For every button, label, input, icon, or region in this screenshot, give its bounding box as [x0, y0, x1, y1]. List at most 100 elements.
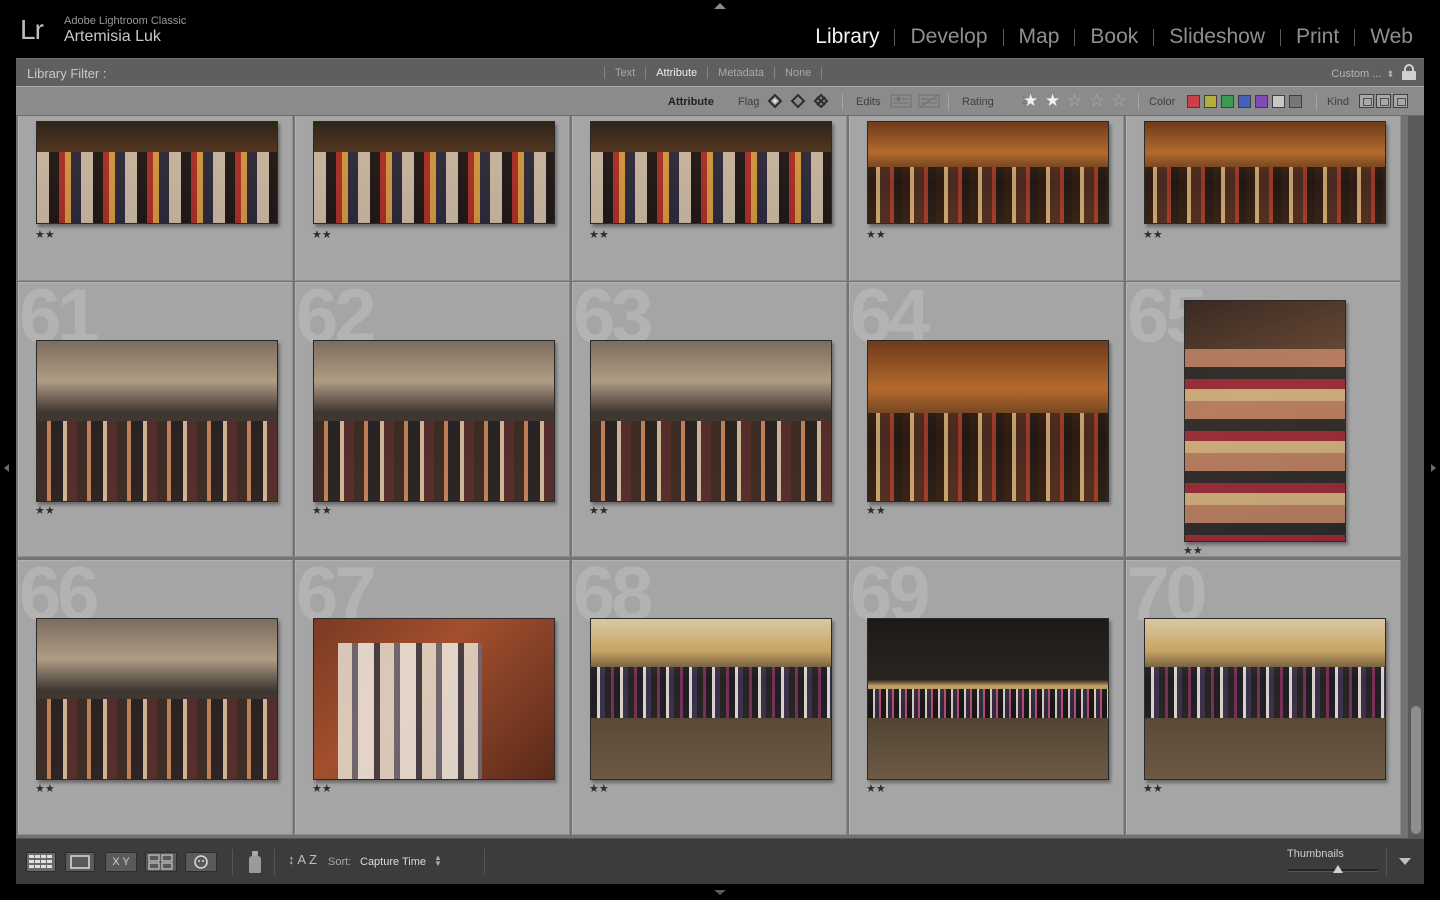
attribute-separator — [1138, 94, 1139, 110]
thumbnails-size-slider[interactable] — [1288, 865, 1378, 873]
grid-cell[interactable]: ★★ — [572, 116, 847, 281]
color-swatch-none[interactable] — [1289, 95, 1302, 108]
sort-select[interactable]: Capture Time — [360, 856, 426, 868]
photo-thumbnail[interactable] — [36, 618, 278, 780]
rating-filter-star-2[interactable]: ★ — [1045, 92, 1060, 110]
photo-thumbnail[interactable] — [313, 340, 555, 502]
photo-rating[interactable]: ★★ — [866, 783, 886, 795]
photo-rating[interactable]: ★★ — [312, 783, 332, 795]
module-map[interactable]: Map — [1004, 24, 1075, 50]
grid-cell[interactable]: 70 ★★ — [1126, 560, 1401, 835]
photo-rating[interactable]: ★★ — [1143, 229, 1163, 241]
color-swatch-red[interactable] — [1187, 95, 1200, 108]
grid-cell[interactable]: 66 ★★ — [18, 560, 293, 835]
grid-cell[interactable]: ★★ — [18, 116, 293, 281]
photo-rating[interactable]: ★★ — [866, 505, 886, 517]
color-swatch-blue[interactable] — [1238, 95, 1251, 108]
photo-rating[interactable]: ★★ — [866, 229, 886, 241]
module-library[interactable]: Library — [800, 24, 894, 50]
photo-rating[interactable]: ★★ — [1183, 545, 1203, 556]
grid-cell[interactable]: 63 ★★ — [572, 282, 847, 557]
right-panel-toggle-icon[interactable] — [1431, 464, 1436, 472]
top-panel: Lr Adobe Lightroom Classic Artemisia Luk… — [0, 0, 1440, 58]
filter-preset-select[interactable]: Custom ... ⬍ — [1331, 68, 1394, 80]
thumbnails-size-label: Thumbnails — [1287, 848, 1344, 860]
color-swatch-purple[interactable] — [1255, 95, 1268, 108]
compare-view-button[interactable]: X Y — [105, 852, 137, 872]
loupe-view-button[interactable] — [65, 852, 95, 872]
photo-rating[interactable]: ★★ — [35, 783, 55, 795]
photo-rating[interactable]: ★★ — [35, 505, 55, 517]
toolbar-content-menu-icon[interactable] — [1399, 858, 1411, 865]
filmstrip-toggle-icon[interactable] — [714, 890, 726, 895]
color-label: Color — [1149, 96, 1176, 108]
grid-scrollbar[interactable] — [1408, 116, 1424, 838]
photo-rating[interactable]: ★★ — [589, 505, 609, 517]
photo-rating[interactable]: ★★ — [589, 783, 609, 795]
grid-cell[interactable]: 65 ★★ — [1126, 282, 1401, 557]
photo-thumbnail[interactable] — [590, 121, 832, 224]
unflagged-filter-icon[interactable] — [789, 92, 807, 110]
filter-tab-text[interactable]: Text — [605, 67, 645, 79]
painter-spray-can-icon[interactable] — [249, 851, 261, 873]
module-develop[interactable]: Develop — [895, 24, 1002, 50]
top-panel-toggle-icon[interactable] — [714, 3, 726, 9]
color-swatch-yellow[interactable] — [1204, 95, 1217, 108]
color-swatch-green[interactable] — [1221, 95, 1234, 108]
lock-icon[interactable] — [1402, 64, 1416, 80]
rating-filter-star-1[interactable]: ★ — [1023, 92, 1038, 110]
unedited-filter-icon[interactable] — [918, 93, 940, 109]
photo-rating[interactable]: ★★ — [35, 229, 55, 241]
photo-rating[interactable]: ★★ — [312, 505, 332, 517]
module-print[interactable]: Print — [1281, 24, 1354, 50]
photo-rating[interactable]: ★★ — [312, 229, 332, 241]
photo-thumbnail[interactable] — [313, 618, 555, 780]
module-book[interactable]: Book — [1075, 24, 1153, 50]
filter-tab-none[interactable]: None — [775, 67, 821, 79]
photo-thumbnail[interactable] — [867, 618, 1109, 780]
grid-cell[interactable]: 69 ★★ — [849, 560, 1124, 835]
left-panel-toggle-icon[interactable] — [4, 464, 9, 472]
grid-view-button[interactable] — [26, 852, 56, 872]
sort-direction-icon[interactable]: ↕ A Z — [288, 852, 317, 867]
photo-thumbnail[interactable] — [867, 121, 1109, 224]
kind-video-icon[interactable] — [1393, 94, 1408, 108]
edited-filter-icon[interactable] — [890, 93, 912, 109]
sort-chevron-icon[interactable]: ▲▼ — [434, 854, 442, 868]
photo-thumbnail[interactable] — [1144, 618, 1386, 780]
module-web[interactable]: Web — [1355, 24, 1428, 50]
photo-thumbnail[interactable] — [590, 618, 832, 780]
photo-thumbnail[interactable] — [36, 340, 278, 502]
color-swatch-custom[interactable] — [1272, 95, 1285, 108]
rejected-filter-icon[interactable] — [812, 92, 830, 110]
kind-virtual-copy-icon[interactable] — [1376, 94, 1391, 108]
grid-cell[interactable]: 62 ★★ — [295, 282, 570, 557]
photo-rating[interactable]: ★★ — [589, 229, 609, 241]
photo-thumbnail[interactable] — [1184, 300, 1346, 542]
grid-cell[interactable]: ★★ — [295, 116, 570, 281]
grid-cell[interactable]: 68 ★★ — [572, 560, 847, 835]
photo-thumbnail[interactable] — [36, 121, 278, 224]
photo-thumbnail[interactable] — [590, 340, 832, 502]
slider-knob[interactable] — [1332, 865, 1343, 873]
photo-thumbnail[interactable] — [867, 340, 1109, 502]
kind-master-icon[interactable] — [1359, 94, 1374, 108]
photo-thumbnail[interactable] — [313, 121, 555, 224]
filter-tab-metadata[interactable]: Metadata — [708, 67, 774, 79]
photo-rating[interactable]: ★★ — [1143, 783, 1163, 795]
rating-filter-star-5[interactable]: ☆ — [1111, 92, 1126, 110]
filter-tab-attribute[interactable]: Attribute — [646, 67, 707, 79]
scrollbar-thumb[interactable] — [1411, 706, 1421, 834]
rating-filter-star-4[interactable]: ☆ — [1089, 92, 1104, 110]
photo-thumbnail[interactable] — [1144, 121, 1386, 224]
grid-cell[interactable]: 64 ★★ — [849, 282, 1124, 557]
grid-cell[interactable]: ★★ — [849, 116, 1124, 281]
flagged-filter-icon[interactable] — [766, 92, 784, 110]
rating-filter-star-3[interactable]: ☆ — [1067, 92, 1082, 110]
grid-cell[interactable]: ★★ — [1126, 116, 1401, 281]
survey-view-button[interactable] — [145, 852, 177, 872]
people-view-button[interactable] — [185, 852, 217, 872]
module-slideshow[interactable]: Slideshow — [1154, 24, 1280, 50]
grid-cell[interactable]: 61 ★★ — [18, 282, 293, 557]
grid-cell[interactable]: 67 ★★ — [295, 560, 570, 835]
